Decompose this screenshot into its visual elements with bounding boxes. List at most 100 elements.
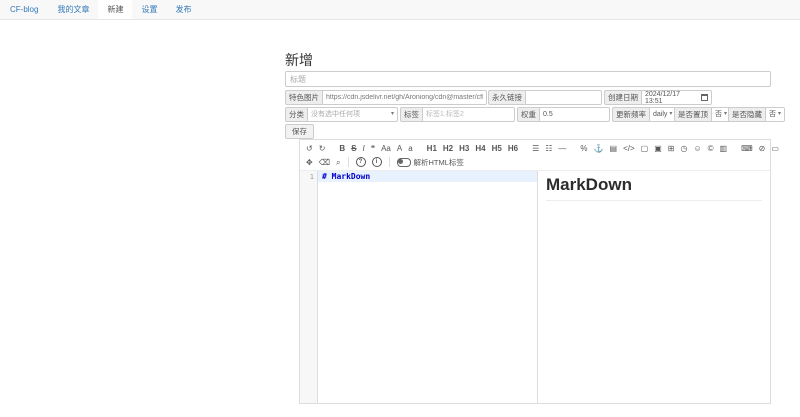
h2-icon[interactable]: H2 xyxy=(440,142,456,155)
is-hidden-select[interactable]: 否 ▾ xyxy=(765,107,785,122)
redo-icon[interactable]: ↻ xyxy=(316,142,329,155)
ucwords-icon[interactable]: Aa xyxy=(378,142,394,155)
preformatted-text-icon[interactable]: ▢ xyxy=(638,142,652,155)
toolbar-separator xyxy=(348,157,349,167)
datetime-icon[interactable]: ◷ xyxy=(677,142,690,155)
code-line: # MarkDown xyxy=(318,172,370,181)
fullscreen-icon[interactable]: ✥ xyxy=(303,156,316,169)
table-icon[interactable]: ⊞ xyxy=(665,142,678,155)
lowercase-icon[interactable]: a xyxy=(405,142,415,155)
permalink-input[interactable] xyxy=(525,90,602,105)
featured-image-input[interactable] xyxy=(322,90,487,105)
goto-line-icon[interactable]: ⌨ xyxy=(738,142,756,155)
markdown-editor: ↺↻BSI❝AaAaH1H2H3H4H5H6☰☷—%⚓▤</>▢▣⊞◷☺©▥⌨⊘… xyxy=(299,139,771,404)
html-entities-icon[interactable]: © xyxy=(705,142,717,155)
active-line: # MarkDown xyxy=(318,171,537,182)
featured-image-label: 特色图片 xyxy=(285,90,322,105)
page-title: 新增 xyxy=(285,50,313,70)
parse-html-label: 解析HTML标签 xyxy=(414,157,464,168)
create-date-label: 创建日期 xyxy=(604,90,641,105)
navbar-brand[interactable]: CF-blog xyxy=(0,0,48,19)
tags-group: 标签 xyxy=(400,107,515,122)
h5-icon[interactable]: H5 xyxy=(489,142,505,155)
weight-label: 权重 xyxy=(517,107,539,122)
code-icon[interactable]: </> xyxy=(620,142,638,155)
create-date-input[interactable]: 2024/12/17 13:51 xyxy=(641,90,712,105)
watch-icon[interactable]: ⊘ xyxy=(756,142,769,155)
update-freq-label: 更新频率 xyxy=(612,107,649,122)
search-icon[interactable]: ⌕ xyxy=(333,156,343,169)
toolbar-separator xyxy=(389,157,390,167)
create-date-value: 2024/12/17 13:51 xyxy=(645,91,698,105)
chevron-down-icon: ▾ xyxy=(778,108,781,121)
tags-input[interactable] xyxy=(422,107,515,122)
h4-icon[interactable]: H4 xyxy=(472,142,488,155)
save-button[interactable]: 保存 xyxy=(285,124,314,139)
reference-link-icon[interactable]: ⚓ xyxy=(591,142,607,155)
permalink-group: 永久链接 xyxy=(488,90,602,105)
navbar: CF-blog 我的文章新建设置发布 xyxy=(0,0,800,20)
is-hidden-value: 否 xyxy=(769,108,776,121)
category-group: 分类 没有选中任何项 ▾ xyxy=(285,107,398,122)
category-value: 没有选中任何项 xyxy=(311,108,360,121)
image-icon[interactable]: ▤ xyxy=(607,142,621,155)
is-top-label: 是否置顶 xyxy=(674,107,711,122)
weight-group: 权重 xyxy=(517,107,610,122)
list-ul-icon[interactable]: ☰ xyxy=(529,142,542,155)
preview-heading: MarkDown xyxy=(546,175,762,201)
clear-icon[interactable]: ⌫ xyxy=(316,156,333,169)
is-hidden-group: 是否隐藏 否 ▾ xyxy=(728,107,780,122)
featured-image-group: 特色图片 xyxy=(285,90,487,105)
strikethrough-icon[interactable]: S xyxy=(348,142,359,155)
pagebreak-icon[interactable]: ▥ xyxy=(717,142,731,155)
line-number: 1 xyxy=(310,173,314,181)
editor-toolbar: ↺↻BSI❝AaAaH1H2H3H4H5H6☰☷—%⚓▤</>▢▣⊞◷☺©▥⌨⊘… xyxy=(300,140,770,171)
permalink-label: 永久链接 xyxy=(488,90,525,105)
info-icon[interactable]: i xyxy=(372,157,382,167)
code-block-icon[interactable]: ▣ xyxy=(651,142,665,155)
h1-icon[interactable]: H1 xyxy=(424,142,440,155)
emoji-icon[interactable]: ☺ xyxy=(690,142,704,155)
preview-pane: MarkDown xyxy=(537,171,770,403)
title-input[interactable] xyxy=(285,71,771,87)
calendar-icon[interactable] xyxy=(701,94,708,101)
hr-icon[interactable]: — xyxy=(555,142,569,155)
list-ol-icon[interactable]: ☷ xyxy=(542,142,555,155)
editor-body: 1 # MarkDown MarkDown xyxy=(300,171,770,403)
app-window: CF-blog 我的文章新建设置发布 新增 特色图片 永久链接 创建日期 202… xyxy=(0,0,800,417)
navbar-items: 我的文章新建设置发布 xyxy=(48,0,200,19)
chevron-down-icon: ▾ xyxy=(724,108,727,121)
toggle-icon xyxy=(397,158,411,167)
parse-html-toggle[interactable]: 解析HTML标签 xyxy=(394,157,467,168)
is-top-group: 是否置顶 否 ▾ xyxy=(674,107,726,122)
nav-item-0[interactable]: 我的文章 xyxy=(48,0,98,19)
bold-icon[interactable]: B xyxy=(336,142,348,155)
nav-item-2[interactable]: 设置 xyxy=(132,0,166,19)
tags-label: 标签 xyxy=(400,107,422,122)
uppercase-icon[interactable]: A xyxy=(394,142,405,155)
undo-icon[interactable]: ↺ xyxy=(303,142,316,155)
update-freq-value: daily xyxy=(653,108,667,121)
italic-icon[interactable]: I xyxy=(360,142,368,155)
chevron-down-icon: ▾ xyxy=(669,108,672,121)
nav-item-1[interactable]: 新建 xyxy=(98,0,132,19)
link-icon[interactable]: % xyxy=(577,142,590,155)
toolbar-row-2: ✥⌫⌕? i 解析HTML标签 xyxy=(303,155,767,169)
category-label: 分类 xyxy=(285,107,307,122)
nav-item-3[interactable]: 发布 xyxy=(166,0,200,19)
toolbar-row-1: ↺↻BSI❝AaAaH1H2H3H4H5H6☰☷—%⚓▤</>▢▣⊞◷☺©▥⌨⊘… xyxy=(303,141,767,155)
quote-icon[interactable]: ❝ xyxy=(368,142,378,155)
preview-icon[interactable]: ▭ xyxy=(768,142,782,155)
line-number-gutter: 1 xyxy=(300,171,318,403)
category-select[interactable]: 没有选中任何项 ▾ xyxy=(307,107,398,122)
is-hidden-label: 是否隐藏 xyxy=(728,107,765,122)
is-top-value: 否 xyxy=(715,108,722,121)
update-freq-select[interactable]: daily ▾ xyxy=(649,107,676,122)
help-icon[interactable]: ? xyxy=(356,157,366,167)
h3-icon[interactable]: H3 xyxy=(456,142,472,155)
chevron-down-icon: ▾ xyxy=(391,108,394,121)
code-area[interactable]: # MarkDown xyxy=(318,171,537,403)
form-row-2: 分类 没有选中任何项 ▾ 标签 权重 更新频率 daily ▾ xyxy=(285,107,780,122)
weight-input[interactable] xyxy=(539,107,610,122)
h6-icon[interactable]: H6 xyxy=(505,142,521,155)
